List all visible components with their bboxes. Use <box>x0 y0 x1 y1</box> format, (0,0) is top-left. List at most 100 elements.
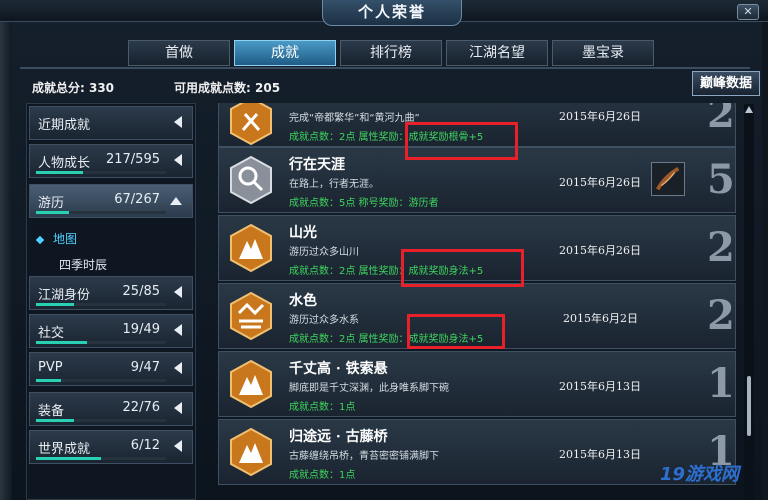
category-pvp[interactable]: PVP 9/47 <box>29 352 193 386</box>
achievement-list: 完成“帝都繁华”和“黄河九曲” 成就点数：2点 属性奖励：成就奖励根骨+5 20… <box>218 103 738 500</box>
category-count: 19/49 <box>122 322 160 337</box>
collapse-arrow-icon <box>174 154 182 166</box>
tab-calligraphy[interactable]: 墨宝录 <box>552 40 654 66</box>
selected-diamond-icon <box>35 235 45 244</box>
category-identity[interactable]: 江湖身份 25/85 <box>29 276 193 310</box>
close-button[interactable]: ✕ <box>737 4 759 20</box>
total-score: 成就总分: 330 <box>32 81 115 95</box>
scroll-up-icon[interactable] <box>745 106 753 113</box>
collapse-arrow-icon <box>174 362 182 374</box>
scroll-thumb[interactable] <box>747 376 751 436</box>
subcategory-map[interactable]: 地图 <box>35 230 78 247</box>
achievement-reward: 成就点数：1点 <box>289 470 356 481</box>
collapse-arrow-icon <box>174 402 182 414</box>
tab-first-clear[interactable]: 首做 <box>128 40 230 66</box>
category-label: 世界成就 <box>38 442 91 457</box>
achievement-desc: 完成“帝都繁华”和“黄河九曲” <box>289 113 420 124</box>
achievement-desc: 脚底即是千丈深渊，此身唯系脚下碗 <box>289 383 449 394</box>
background-edge <box>0 0 12 500</box>
achievement-name: 归途远 · 古藤桥 <box>289 429 388 445</box>
scrollbar[interactable] <box>744 104 754 500</box>
category-count: 67/267 <box>114 192 160 207</box>
category-recent[interactable]: 近期成就 <box>29 106 193 140</box>
achievement-date: 2015年6月2日 <box>563 312 638 325</box>
achievement-desc: 在路上，行者无涯。 <box>289 179 379 190</box>
achievement-points: 2 <box>707 224 735 271</box>
category-social[interactable]: 社交 19/49 <box>29 314 193 348</box>
category-count: 217/595 <box>105 152 160 167</box>
progress-fill <box>36 211 69 214</box>
progress-fill <box>36 303 74 306</box>
achievement-date: 2015年6月13日 <box>559 380 641 393</box>
category-growth[interactable]: 人物成长 217/595 <box>29 144 193 178</box>
expand-arrow-icon <box>170 197 182 205</box>
achievement-date: 2015年6月13日 <box>559 448 641 461</box>
window-title: 个人荣誉 <box>322 0 462 26</box>
achievement-points: 2 <box>707 103 735 137</box>
category-count: 22/76 <box>122 400 160 415</box>
category-label: 江湖身份 <box>38 288 91 303</box>
feather-item-icon[interactable] <box>651 162 685 196</box>
achievement-date: 2015年6月26日 <box>559 110 641 123</box>
achievement-reward: 成就点数：5点 称号奖励：游历者 <box>289 198 439 209</box>
achievement-desc: 古藤缠绕吊桥，青苔密密铺满脚下 <box>289 451 439 462</box>
tab-reputation[interactable]: 江湖名望 <box>446 40 548 66</box>
achievement-points: 1 <box>707 360 735 407</box>
progress-fill <box>36 171 83 174</box>
tab-achievements[interactable]: 成就 <box>234 40 336 66</box>
background-edge-right <box>762 0 768 500</box>
collapse-arrow-icon <box>174 324 182 336</box>
water-badge-icon <box>230 291 272 341</box>
site-watermark: 19游戏网 <box>660 464 740 485</box>
category-label: 人物成长 <box>38 156 91 171</box>
achievement-date: 2015年6月26日 <box>559 244 641 257</box>
crossed-swords-badge-icon <box>230 103 272 146</box>
mountain-badge-icon <box>230 223 272 273</box>
available-points: 可用成就点数: 205 <box>174 81 281 95</box>
category-count: 6/12 <box>130 438 160 453</box>
category-world[interactable]: 世界成就 6/12 <box>29 430 193 464</box>
achievement-name: 水色 <box>289 293 317 309</box>
collapse-arrow-icon <box>174 440 182 452</box>
category-label: 社交 <box>38 326 65 341</box>
achievement-name: 千丈高 · 铁索悬 <box>289 361 388 377</box>
achievement-name: 行在天涯 <box>289 157 345 173</box>
category-label: 近期成就 <box>38 118 91 133</box>
category-count: 25/85 <box>122 284 160 299</box>
collapse-arrow-icon <box>174 116 182 128</box>
category-travel[interactable]: 游历 67/267 <box>29 184 193 218</box>
highlight-box <box>401 249 524 287</box>
subcategory-seasons[interactable]: 四季时辰 <box>59 256 107 273</box>
subcategory-label: 地图 <box>53 232 78 246</box>
category-label: 游历 <box>38 196 65 211</box>
tab-divider <box>20 67 750 69</box>
achievement-desc: 游历过众多山川 <box>289 247 359 258</box>
progress-fill <box>36 419 74 422</box>
achievement-desc: 游历过众多水系 <box>289 315 359 326</box>
mountain-badge-icon <box>230 359 272 409</box>
category-label: 装备 <box>38 404 65 419</box>
collapse-arrow-icon <box>174 286 182 298</box>
achievement-points: 2 <box>707 292 735 339</box>
highlight-box <box>405 122 518 160</box>
category-count: 9/47 <box>130 360 160 375</box>
progress-fill <box>36 457 101 460</box>
achievement-reward: 成就点数：1点 <box>289 402 356 413</box>
achievement-row[interactable]: 归途远 · 古藤桥 古藤缠绕吊桥，青苔密密铺满脚下 成就点数：1点 2015年6… <box>218 419 736 485</box>
achievement-date: 2015年6月26日 <box>559 176 641 189</box>
category-label: PVP <box>38 360 63 375</box>
achievement-points: 5 <box>707 156 735 203</box>
tab-leaderboard[interactable]: 排行榜 <box>340 40 442 66</box>
category-sidebar: 近期成就 人物成长 217/595 游历 67/267 地图 四季时辰 江湖身份… <box>26 103 196 500</box>
peak-data-button[interactable]: 巅峰数据 <box>692 71 760 96</box>
tab-bar: 首做 成就 排行榜 江湖名望 墨宝录 <box>128 40 654 66</box>
achievement-summary: 成就总分: 330 可用成就点数: 205 <box>32 79 280 96</box>
progress-fill <box>36 341 87 344</box>
achievement-name: 山光 <box>289 225 317 241</box>
highlight-box <box>407 314 505 349</box>
mountain-badge-icon <box>230 427 272 477</box>
achievement-row[interactable]: 千丈高 · 铁索悬 脚底即是千丈深渊，此身唯系脚下碗 成就点数：1点 2015年… <box>218 351 736 417</box>
magnifier-badge-icon <box>230 155 272 205</box>
category-equipment[interactable]: 装备 22/76 <box>29 392 193 426</box>
progress-fill <box>36 379 61 382</box>
